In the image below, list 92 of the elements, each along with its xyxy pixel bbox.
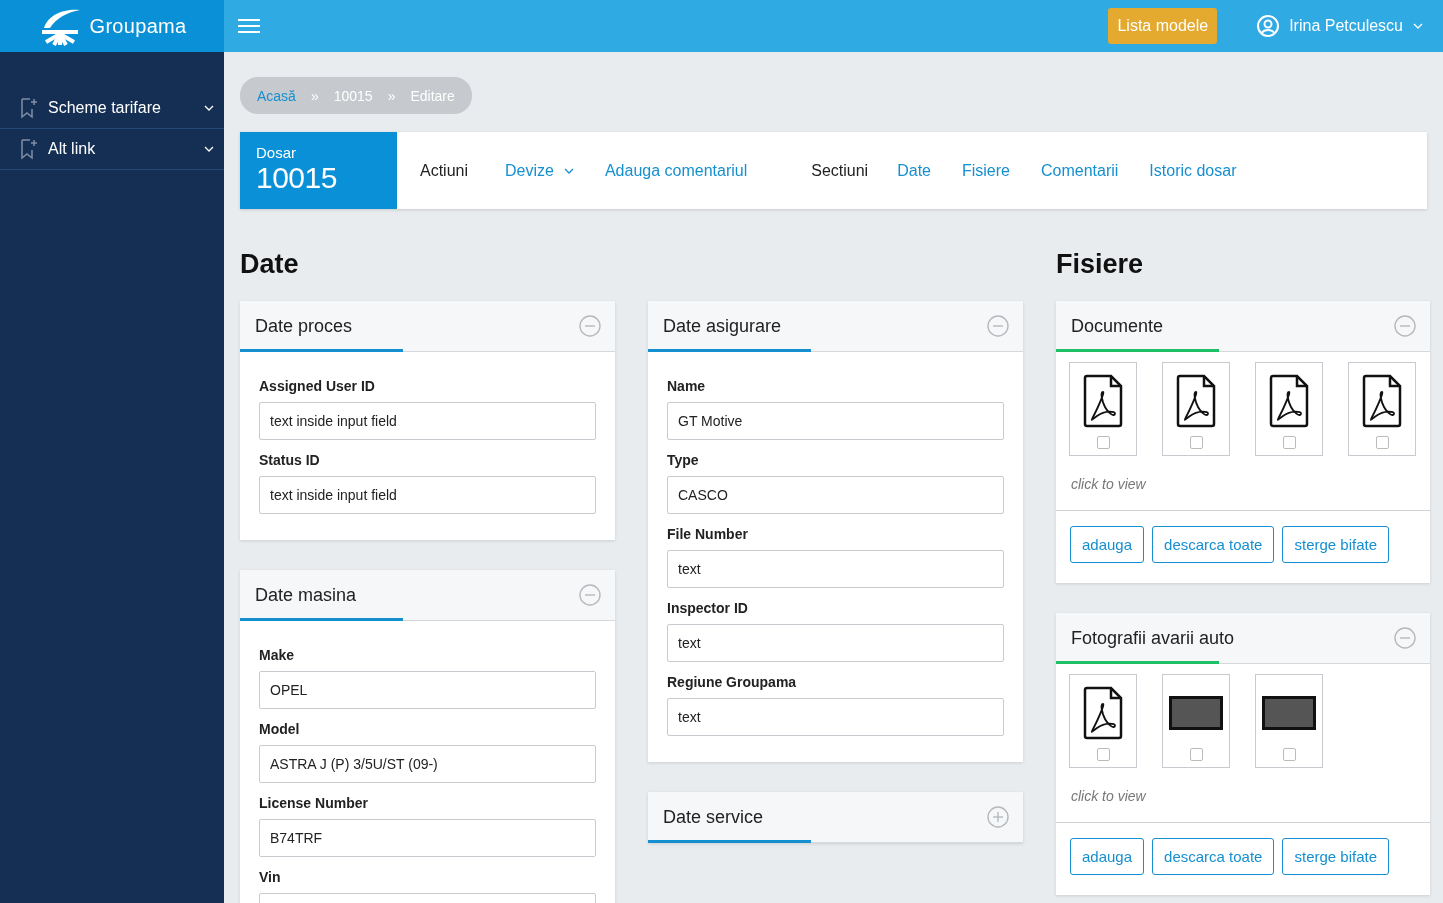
action-button[interactable]: sterge bifate <box>1282 526 1390 563</box>
pdf-file-icon <box>1083 374 1123 428</box>
chevron-down-icon <box>1413 23 1423 29</box>
action-button[interactable]: descarca toate <box>1152 526 1275 563</box>
field-label: Type <box>667 452 700 468</box>
hint-text: click to view <box>1056 768 1430 823</box>
file-thumbnail[interactable] <box>1162 362 1230 456</box>
input-field[interactable]: OPEL <box>259 671 596 709</box>
field-label: Model <box>259 721 301 737</box>
collapse-icon[interactable] <box>987 315 1009 337</box>
nav-link[interactable]: Comentarii <box>1041 161 1119 180</box>
collapse-icon[interactable] <box>1394 315 1416 337</box>
pdf-file-icon <box>1083 686 1123 740</box>
file-thumbnail[interactable] <box>1069 362 1137 456</box>
card-title: Date proces <box>255 315 353 337</box>
photo-placeholder <box>1262 696 1316 730</box>
field-label: Regiune Groupama <box>667 674 798 690</box>
field-label: Inspector ID <box>667 600 749 616</box>
nav-label: Sectiuni <box>811 161 869 180</box>
bookmark-plus-icon <box>20 138 38 160</box>
card-title: Date asigurare <box>663 315 782 337</box>
nav-link[interactable]: Adauga comentariul <box>604 161 748 180</box>
card-title: Date service <box>663 806 764 828</box>
breadcrumb-item: Editare <box>410 87 455 104</box>
file-number: 10015 <box>256 161 338 195</box>
chevron-icon <box>204 146 214 152</box>
action-button[interactable]: sterge bifate <box>1282 838 1390 875</box>
card-title: Fotografii avarii auto <box>1071 627 1235 649</box>
file-thumbnail[interactable] <box>1255 674 1323 768</box>
input-field[interactable]: GT Motive <box>667 402 1004 440</box>
expand-icon[interactable] <box>987 806 1009 828</box>
user-icon <box>1257 15 1280 37</box>
input-field[interactable]: text <box>667 624 1004 662</box>
breadcrumb-link[interactable]: Acasă <box>257 87 296 104</box>
field-label: Assigned User ID <box>259 378 376 394</box>
breadcrumb-item: » <box>310 87 319 104</box>
file-label: Dosar <box>256 144 297 161</box>
user-menu[interactable]: Irina Petculescu <box>1251 14 1429 38</box>
nav-link[interactable]: Fisiere <box>961 161 1010 180</box>
checkbox[interactable] <box>1189 748 1203 761</box>
input-field[interactable]: text inside input field <box>259 476 596 514</box>
field-label: Vin <box>259 869 282 885</box>
pdf-file-icon <box>1269 374 1309 428</box>
input-field[interactable]: ASTRA J (P) 3/5U/ST (09-) <box>259 745 596 783</box>
input-field[interactable]: text <box>667 550 1004 588</box>
sidebar-item[interactable]: Alt link <box>0 129 224 170</box>
photo-placeholder <box>1169 696 1223 730</box>
breadcrumb-item: » <box>387 87 396 104</box>
card-title: Date masina <box>255 584 357 606</box>
input-field[interactable]: text <box>667 698 1004 736</box>
action-button[interactable]: adauga <box>1070 838 1145 875</box>
sidebar-item[interactable]: Scheme tarifare <box>0 88 224 129</box>
collapse-icon[interactable] <box>579 584 601 606</box>
nav-dropdown[interactable]: Devize <box>505 161 574 180</box>
field-label: Status ID <box>259 452 321 468</box>
input-field[interactable]: B74TRF <box>259 819 596 857</box>
card-title: Documente <box>1071 315 1164 337</box>
action-button[interactable]: descarca toate <box>1152 838 1275 875</box>
field-label: Make <box>259 647 296 663</box>
checkbox[interactable] <box>1189 436 1203 449</box>
hint-text: click to view <box>1056 456 1430 511</box>
input-field[interactable]: text inside input field <box>259 402 596 440</box>
caret-icon <box>563 167 574 174</box>
nav-link[interactable]: Date <box>897 161 931 180</box>
nav-label: Actiuni <box>420 161 469 180</box>
file-thumbnail[interactable] <box>1069 674 1137 768</box>
field-label: File Number <box>667 526 749 542</box>
file-thumbnail[interactable] <box>1348 362 1416 456</box>
section-heading: Date <box>240 249 300 280</box>
checkbox[interactable] <box>1375 436 1389 449</box>
checkbox[interactable] <box>1282 748 1296 761</box>
breadcrumb-item: 10015 <box>333 87 373 104</box>
templates-button[interactable]: Lista modele <box>1108 8 1218 44</box>
pdf-file-icon <box>1362 374 1402 428</box>
menu-icon[interactable] <box>238 18 260 34</box>
chevron-icon <box>204 105 214 111</box>
collapse-icon[interactable] <box>1394 627 1416 649</box>
input-field[interactable]: CASCO <box>667 476 1004 514</box>
action-button[interactable]: adauga <box>1070 526 1145 563</box>
field-label: Name <box>667 378 707 394</box>
brand-name: Groupama <box>89 14 187 38</box>
file-thumbnail[interactable] <box>1255 362 1323 456</box>
section-heading: Fisiere <box>1056 249 1145 280</box>
field-label: License Number <box>259 795 369 811</box>
pdf-file-icon <box>1176 374 1216 428</box>
checkbox[interactable] <box>1096 748 1110 761</box>
collapse-icon[interactable] <box>579 315 601 337</box>
bookmark-plus-icon <box>20 97 38 119</box>
checkbox[interactable] <box>1096 436 1110 449</box>
file-thumbnail[interactable] <box>1162 674 1230 768</box>
checkbox[interactable] <box>1282 436 1296 449</box>
nav-link[interactable]: Istoric dosar <box>1149 161 1237 180</box>
